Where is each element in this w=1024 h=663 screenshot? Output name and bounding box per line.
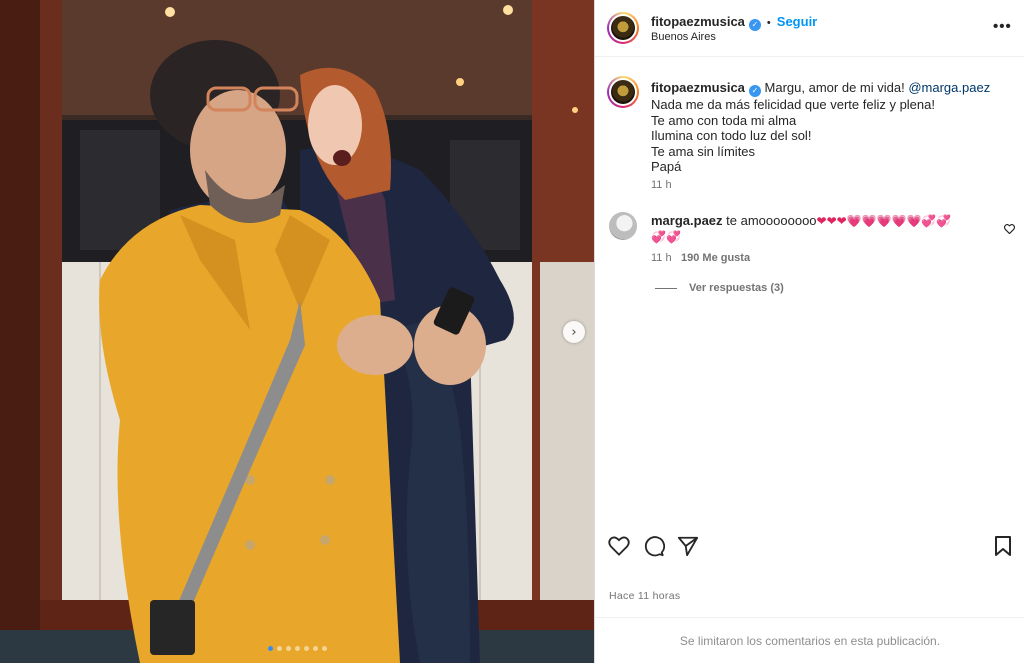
caption-avatar[interactable] — [607, 76, 639, 108]
comment-time[interactable]: 11 h — [651, 252, 672, 264]
carousel-dot — [303, 646, 309, 651]
caption-line-2: Nada me da más felicidad que verte feliz… — [651, 97, 935, 112]
carousel-dot — [312, 646, 318, 651]
comment-emojis-continued: 💞💞 — [651, 229, 681, 244]
header-name-row: fitopaezmusica ✓ • Seguir — [651, 13, 817, 31]
carousel-dot — [321, 646, 327, 651]
caption-mention-link[interactable]: @marga.paez — [908, 80, 990, 95]
author-avatar[interactable] — [607, 12, 639, 44]
replies-divider — [655, 287, 677, 289]
comment-bubble-icon[interactable] — [643, 535, 666, 562]
carousel-dot — [267, 646, 273, 651]
comments-limited-text: Se limitaron los comentarios en esta pub… — [679, 633, 941, 648]
caption-first-line: fitopaezmusica ✓ Margu, amor de mi vida! … — [651, 80, 1011, 97]
comment-body: marga.paez te amoooooooo❤❤❤💗💗💗💗💗💞💞 💞💞 — [651, 213, 991, 245]
instagram-post-view: › fitopaezmusica ✓ • Seguir Buenos Aires ••… — [0, 0, 1024, 663]
comment-like-heart-icon[interactable] — [1003, 221, 1016, 239]
post-side-panel: fitopaezmusica ✓ • Seguir Buenos Aires ••• … — [594, 0, 1024, 663]
comment-emojis: ❤❤❤💗💗💗💗💗💞💞 — [816, 214, 952, 228]
carousel-next-button[interactable]: › — [563, 321, 585, 343]
caption-body: fitopaezmusica ✓ Margu, amor de mi vida! … — [651, 80, 1011, 175]
verified-badge-icon: ✓ — [748, 85, 761, 97]
more-options-icon[interactable]: ••• — [993, 18, 1012, 35]
caption-line-1: Margu, amor de mi vida! — [764, 80, 905, 95]
comments-limited-notice: Se limitaron los comentarios en esta pub… — [595, 617, 1024, 663]
caption-line-5: Te ama sin límites — [651, 143, 756, 159]
caption-line-4: Ilumina con todo luz del sol! — [651, 128, 812, 143]
caption-username[interactable]: fitopaezmusica — [651, 80, 745, 95]
comment-text: te amoooooooo — [726, 213, 817, 228]
share-paper-plane-icon[interactable] — [677, 535, 699, 562]
commenter-avatar[interactable] — [609, 212, 637, 240]
commenter-username[interactable]: marga.paez — [651, 213, 723, 228]
follow-button[interactable]: Seguir — [777, 14, 817, 29]
save-bookmark-icon[interactable] — [994, 535, 1012, 562]
carousel-dot — [285, 646, 291, 651]
caption-line-3: Te amo con toda mi alma — [651, 112, 797, 128]
verified-badge-icon: ✓ — [748, 19, 761, 31]
view-replies-label: Ver respuestas (3) — [689, 282, 784, 294]
comment-likes-count[interactable]: 190 Me gusta — [681, 252, 750, 264]
view-replies-button[interactable]: Ver respuestas (3) — [655, 282, 784, 294]
post-location[interactable]: Buenos Aires — [651, 31, 716, 43]
like-heart-icon[interactable] — [608, 536, 630, 561]
post-header: fitopaezmusica ✓ • Seguir Buenos Aires ••• — [595, 0, 1024, 57]
carousel-dot — [276, 646, 282, 651]
photo-illustration — [0, 0, 594, 663]
post-photo[interactable]: › — [0, 0, 594, 663]
separator-dot: • — [766, 17, 771, 29]
carousel-indicator — [0, 646, 594, 651]
post-timestamp[interactable]: Hace 11 horas — [609, 590, 680, 602]
carousel-dot — [294, 646, 300, 651]
author-username[interactable]: fitopaezmusica — [651, 14, 745, 29]
caption-time[interactable]: 11 h — [651, 179, 672, 191]
caption-line-6: Papá — [651, 159, 682, 174]
chevron-right-icon: › — [571, 324, 577, 340]
